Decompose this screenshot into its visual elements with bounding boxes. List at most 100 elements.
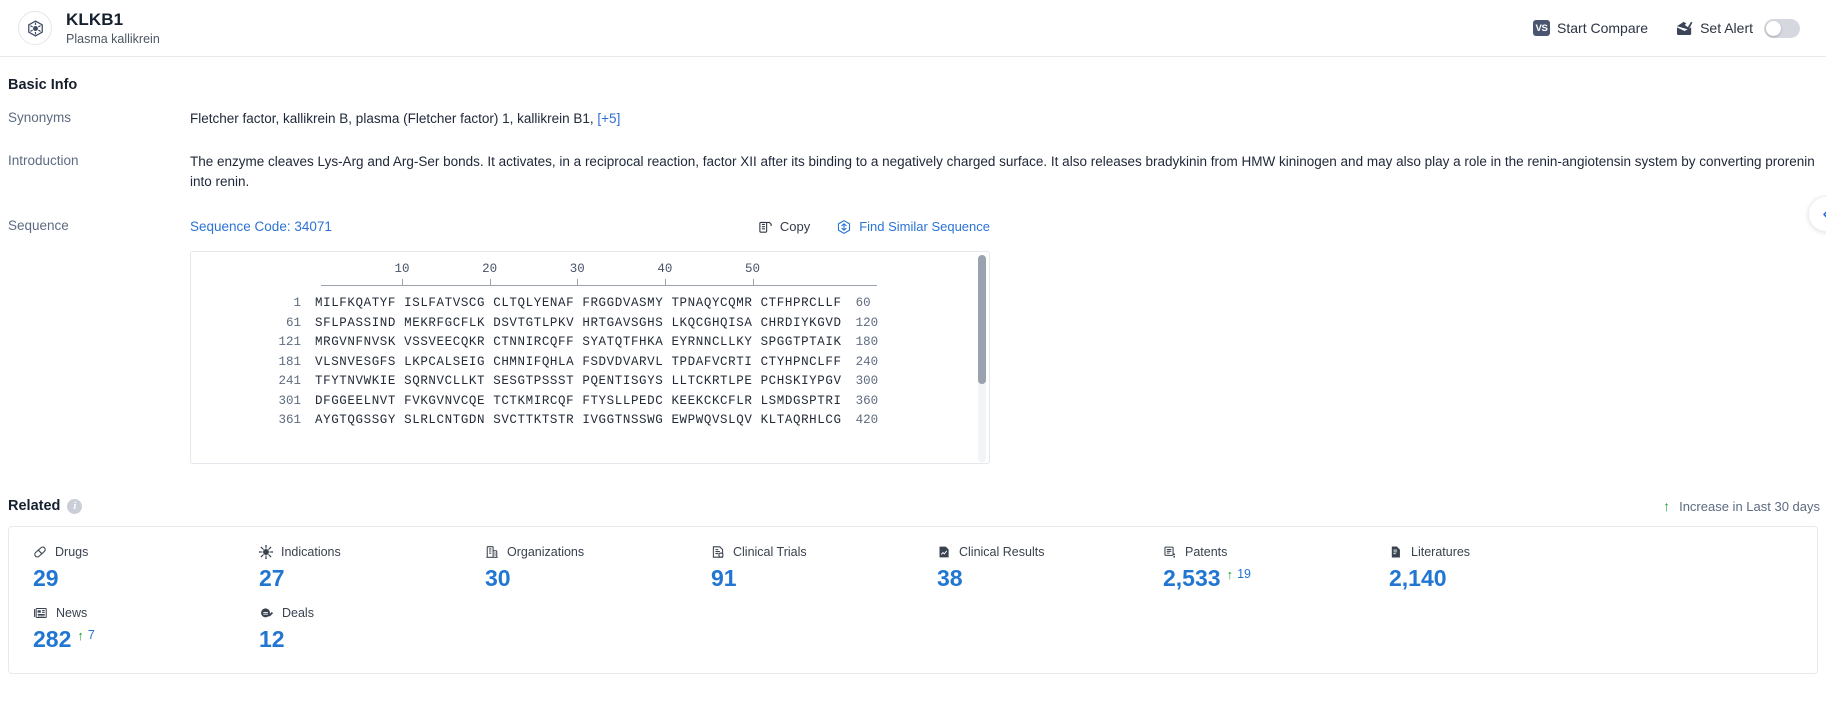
ruler-tick xyxy=(664,279,666,287)
related-card-head: Clinical Results xyxy=(937,545,1139,559)
related-card-literatures[interactable]: Literatures 2,140 xyxy=(1365,541,1591,602)
sequence-lines: 1 MILFKQATYF ISLFATVSCG CLTQLYENAF FRGGDV… xyxy=(191,294,989,431)
sequence-line-end: 120 xyxy=(855,315,879,330)
related-card-indications[interactable]: Indications 27 xyxy=(235,541,461,602)
related-card-value: 38 xyxy=(937,565,963,592)
related-card-value: 29 xyxy=(33,565,59,592)
find-similar-sequence-button[interactable]: Find Similar Sequence xyxy=(836,217,990,237)
related-card-head: Indications xyxy=(259,545,461,560)
page-body: Basic Info Synonyms Fletcher factor, kal… xyxy=(0,57,1826,675)
sequence-line: 61 SFLPASSIND MEKRFGCFLK DSVTGTLPKV HRTGA… xyxy=(191,314,989,334)
related-card-value-wrap: 2,140 xyxy=(1389,565,1591,592)
related-card-news[interactable]: News 282 ↑ 7 xyxy=(9,602,235,663)
app-header: KLKB1 Plasma kallikrein VS Start Compare… xyxy=(0,0,1826,57)
ruler-tick-label: 30 xyxy=(569,262,585,277)
related-card-value: 91 xyxy=(711,565,737,592)
sequence-actions: Copy Find Similar Sequence xyxy=(758,217,990,237)
patent-icon xyxy=(1163,545,1177,559)
related-card-delta-value: 7 xyxy=(87,628,95,643)
sequence-line-start: 121 xyxy=(278,335,301,350)
related-card-organizations[interactable]: Organizations 30 xyxy=(461,541,687,602)
related-card-clinical-trials[interactable]: Clinical Trials 91 xyxy=(687,541,913,602)
related-card-label: Indications xyxy=(281,545,341,560)
related-card-deals[interactable]: Deals 12 xyxy=(235,602,461,663)
copy-button[interactable]: Copy xyxy=(758,217,810,237)
related-card-value-wrap: 27 xyxy=(259,565,461,592)
related-card-value-wrap: 29 xyxy=(33,565,235,592)
news-icon xyxy=(33,606,48,620)
sequence-line-residues: MILFKQATYF ISLFATVSCG CLTQLYENAF FRGGDVA… xyxy=(315,296,842,311)
related-card-delta: ↑ 7 xyxy=(77,628,94,642)
related-card-clinical-results[interactable]: Clinical Results 38 xyxy=(913,541,1139,602)
start-compare-button[interactable]: VS Start Compare xyxy=(1533,20,1648,36)
related-card-head: Literatures xyxy=(1389,545,1591,559)
set-alert-toggle[interactable] xyxy=(1764,18,1800,38)
copy-label: Copy xyxy=(779,218,811,234)
related-card-drugs[interactable]: Drugs 29 xyxy=(9,541,235,602)
related-card-label: Drugs xyxy=(55,545,89,560)
sequence-scrollbar[interactable] xyxy=(978,255,986,463)
sequence-line-start: 61 xyxy=(285,315,301,330)
sequence-label: Sequence xyxy=(8,217,69,233)
sequence-code-link[interactable]: Sequence Code: 34071 xyxy=(190,217,332,238)
ruler-tick xyxy=(489,279,491,287)
sequence-line-start: 1 xyxy=(293,296,301,311)
related-card-label: Clinical Results xyxy=(959,545,1045,560)
related-card-label: Deals xyxy=(282,606,314,621)
introduction-row: Introduction The enzyme cleaves Lys-Arg … xyxy=(0,130,1826,193)
literature-icon xyxy=(1389,545,1403,559)
related-title: Related xyxy=(8,498,61,515)
find-similar-sequence-label: Find Similar Sequence xyxy=(859,218,990,234)
sequence-line-residues: DFGGEELNVT FVKGVNVCQE TCTKMIRCQF FTYSLLP… xyxy=(315,393,842,408)
related-card-value-wrap: 91 xyxy=(711,565,913,592)
related-card-label: Patents xyxy=(1185,545,1228,560)
virus-icon xyxy=(259,545,273,560)
related-card-head: News xyxy=(33,606,235,620)
ruler-tick-label: 10 xyxy=(394,262,410,277)
sequence-scrollbar-thumb[interactable] xyxy=(978,255,986,385)
clinical-trial-icon xyxy=(711,545,725,559)
related-card-delta-value: 19 xyxy=(1237,567,1251,582)
basic-info-title: Basic Info xyxy=(8,77,78,93)
sequence-line-end: 240 xyxy=(855,354,879,369)
sequence-line-residues: AYGTQGSSGY SLRLCNTGDN SVCTTKTSTR IVGGTNS… xyxy=(315,413,842,428)
sequence-viewer[interactable]: 10 20 30 40 50 1 MILFKQATYF ISLFATVSCG CLTQLY… xyxy=(190,251,990,465)
related-card-head: Drugs xyxy=(33,545,235,559)
sequence-line: 241 TFYTNVWKIE SQRNVCLLKT SESGTPSSST PQEN… xyxy=(191,372,989,392)
set-alert-control[interactable]: Set Alert xyxy=(1676,18,1800,38)
sequence-line: 301 DFGGEELNVT FVKGVNVCQE TCTKMIRCQF FTYS… xyxy=(191,392,989,412)
related-card-delta: ↑ 19 xyxy=(1227,567,1251,581)
sequence-header: Sequence Code: 34071 Copy Find Similar S… xyxy=(190,217,990,238)
related-legend-label: Increase in Last 30 days xyxy=(1679,498,1820,514)
related-header: Related i ↑ Increase in Last 30 days xyxy=(0,464,1826,514)
synonyms-value-wrap: Fletcher factor, kallikrein B, plasma (F… xyxy=(190,109,1826,130)
sequence-content: Sequence Code: 34071 Copy Find Similar S… xyxy=(190,217,1826,465)
gene-symbol: KLKB1 xyxy=(66,10,124,30)
synonyms-more-link[interactable]: [+5] xyxy=(597,111,620,126)
sequence-ruler: 10 20 30 40 50 xyxy=(321,262,877,294)
sequence-line-residues: TFYTNVWKIE SQRNVCLLKT SESGTPSSST PQENTIS… xyxy=(315,374,842,389)
ruler-tick-label: 40 xyxy=(657,262,673,277)
related-card-patents[interactable]: Patents 2,533 ↑ 19 xyxy=(1139,541,1365,602)
start-compare-label: Start Compare xyxy=(1557,20,1649,36)
related-card-value: 12 xyxy=(259,626,285,653)
clinical-result-icon xyxy=(937,545,951,559)
related-card-value: 30 xyxy=(485,565,511,592)
related-card-value-wrap: 12 xyxy=(259,626,461,653)
ruler-tick xyxy=(752,279,754,287)
vs-icon: VS xyxy=(1533,20,1551,36)
ruler-tick xyxy=(402,279,403,287)
ruler-tick xyxy=(577,279,579,287)
ruler-baseline xyxy=(321,285,877,287)
sequence-line-end: 60 xyxy=(855,296,871,311)
sequence-line: 121 MRGVNFNVSK VSSVEECQKR CTNNIRCQFF SYAT… xyxy=(191,333,989,353)
sequence-line-end: 360 xyxy=(855,393,879,408)
building-icon xyxy=(485,545,499,559)
related-card-value: 2,140 xyxy=(1389,565,1447,592)
info-icon[interactable]: i xyxy=(67,498,83,514)
ruler-tick-label: 20 xyxy=(482,262,498,277)
deal-icon xyxy=(259,606,274,620)
related-legend: ↑ Increase in Last 30 days xyxy=(1663,499,1820,514)
introduction-label: Introduction xyxy=(8,152,79,168)
related-card-head: Organizations xyxy=(485,545,687,559)
